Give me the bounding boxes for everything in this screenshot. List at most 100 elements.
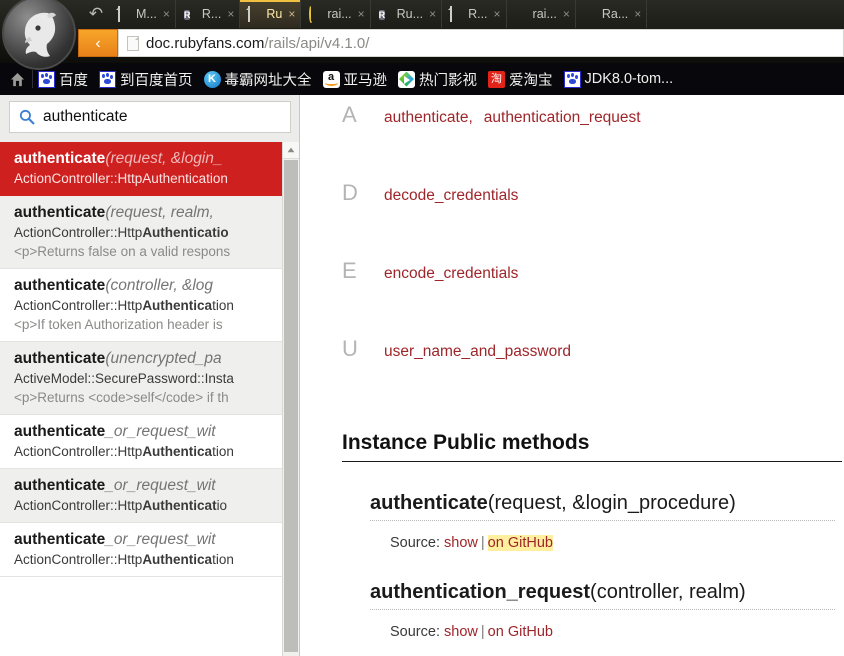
search-result-item[interactable]: authenticate_or_request_wit ActionContro…: [0, 415, 282, 469]
method-name: authenticate: [370, 492, 488, 514]
bookmark-item[interactable]: JDK8.0-tom...: [563, 70, 673, 88]
bookmark-item[interactable]: K 毒霸网址大全: [203, 69, 312, 90]
method-index-link[interactable]: decode_credentials: [384, 187, 518, 204]
lion-head-icon: [24, 12, 56, 57]
documentation-content: A authenticate, authentication_request D …: [300, 95, 844, 656]
search-result-item[interactable]: authenticate(request, realm, ActionContr…: [0, 196, 282, 269]
address-bar-row: ‹ doc.rubyfans.com/rails/api/v4.1.0/: [78, 28, 844, 58]
tab-close-icon[interactable]: ×: [634, 8, 641, 20]
bookmark-item[interactable]: a 亚马逊: [322, 69, 388, 90]
result-namespace: ActionController::HttpAuthentication: [14, 298, 234, 313]
source-label: Source:: [390, 535, 440, 551]
divider: [32, 70, 33, 88]
source-label: Source:: [390, 624, 440, 640]
bookmark-item[interactable]: 到百度首页: [99, 69, 193, 90]
method-index-row: D decode_credentials: [342, 180, 844, 251]
github-source-link[interactable]: on GitHub: [487, 535, 553, 551]
show-source-link[interactable]: show: [444, 624, 478, 640]
bookmark-item[interactable]: 百度: [38, 69, 88, 90]
back-button[interactable]: ‹: [78, 29, 118, 57]
github-source-link[interactable]: on GitHub: [488, 624, 553, 640]
bookmark-label: 亚马逊: [343, 72, 388, 89]
tab-close-icon[interactable]: ×: [163, 8, 170, 20]
browser-tab[interactable]: Ra... ×: [576, 0, 648, 28]
bookmarks-bar: 百度 到百度首页 K 毒霸网址大全 a 亚马逊 热门影视 淘 爱淘宝 JDK8.…: [0, 63, 844, 95]
scroll-up-button[interactable]: [283, 142, 299, 159]
browser-tab-active[interactable]: Ru ×: [240, 0, 302, 28]
method-index-link[interactable]: encode_credentials: [384, 265, 518, 282]
method-index-row: E encode_credentials: [342, 258, 844, 329]
index-links: user_name_and_password: [384, 343, 582, 361]
search-results-list[interactable]: authenticate(request, &login_ ActionCont…: [0, 142, 282, 656]
bookmark-label: 百度: [59, 72, 88, 89]
browser-tab[interactable]: M... ×: [110, 0, 176, 28]
tab-title: Ru: [266, 7, 283, 21]
search-input-value: authenticate: [43, 108, 128, 125]
result-namespace: ActiveModel::SecurePassword::Insta: [14, 371, 234, 386]
method-block: authentication_request(controller, realm…: [342, 581, 844, 640]
amazon-icon: a: [322, 70, 340, 88]
method-index-row: A authenticate, authentication_request: [342, 102, 844, 173]
bookmark-label: 热门影视: [419, 72, 477, 89]
method-args: (controller, realm): [590, 581, 746, 603]
tab-close-icon[interactable]: ×: [429, 8, 436, 20]
search-result-item[interactable]: authenticate(request, &login_ ActionCont…: [0, 142, 282, 196]
result-title: authenticate_or_request_wit: [14, 531, 216, 548]
browser-tab[interactable]: R... ×: [442, 0, 507, 28]
method-signature: authentication_request(controller, realm…: [370, 581, 835, 610]
history-back-arrow-icon[interactable]: ↶: [84, 3, 108, 25]
index-letter: D: [342, 180, 358, 205]
browser-tab[interactable]: R R... ×: [176, 0, 241, 28]
sidebar-scrollbar[interactable]: [282, 142, 299, 656]
index-links: decode_credentials: [384, 187, 529, 205]
search-result-item[interactable]: authenticate_or_request_wit ActionContro…: [0, 523, 282, 577]
url-path: /rails/api/v4.1.0/: [264, 34, 370, 52]
search-result-item[interactable]: authenticate(controller, &log ActionCont…: [0, 269, 282, 342]
home-icon[interactable]: [4, 72, 30, 87]
tab-close-icon[interactable]: ×: [494, 8, 501, 20]
bookmark-label: 毒霸网址大全: [224, 72, 312, 89]
tab-close-icon[interactable]: ×: [288, 8, 295, 20]
result-title: authenticate(request, realm,: [14, 204, 214, 221]
document-icon: [248, 6, 261, 22]
index-letter: A: [342, 102, 357, 127]
browser-tab[interactable]: R Ru... ×: [371, 0, 443, 28]
search-result-item[interactable]: authenticate_or_request_wit ActionContro…: [0, 469, 282, 523]
tab-close-icon[interactable]: ×: [563, 8, 570, 20]
method-index-link[interactable]: authenticate,: [384, 109, 473, 126]
search-result-item[interactable]: authenticate(unencrypted_pa ActiveModel:…: [0, 342, 282, 415]
baidu-paw-icon: [99, 70, 116, 88]
method-block: authenticate(request, &login_procedure) …: [342, 492, 844, 551]
method-index-link[interactable]: user_name_and_password: [384, 343, 571, 360]
method-index-link[interactable]: authentication_request: [484, 109, 641, 126]
home-glyph: [10, 72, 24, 86]
index-letter: U: [342, 336, 358, 361]
method-source-line: Source: show | on GitHub: [370, 624, 844, 640]
browser-tab[interactable]: rai... ×: [301, 0, 371, 28]
bookmark-item[interactable]: 淘 爱淘宝: [488, 69, 553, 90]
index-links: authenticate, authentication_request: [384, 109, 652, 127]
r-badge-icon: R: [183, 10, 191, 20]
browser-logo[interactable]: [2, 0, 76, 70]
url-input[interactable]: doc.rubyfans.com/rails/api/v4.1.0/: [118, 29, 844, 57]
ruby-gem-icon: [584, 7, 597, 21]
baidu-paw-icon: [38, 70, 55, 88]
browser-tab[interactable]: rai... ×: [507, 0, 576, 28]
search-icon: [19, 109, 35, 125]
result-title: authenticate(request, &login_: [14, 150, 223, 167]
tab-title: M...: [136, 7, 157, 21]
scrollbar-thumb[interactable]: [284, 160, 298, 652]
method-name: authentication_request: [370, 581, 591, 603]
show-source-link[interactable]: show: [444, 535, 478, 551]
separator: |: [480, 535, 485, 551]
document-icon: [118, 6, 131, 22]
bookmark-item[interactable]: 热门影视: [398, 69, 477, 90]
tab-close-icon[interactable]: ×: [358, 8, 365, 20]
result-namespace: ActionController::HttpAuthentication: [14, 171, 228, 186]
browser-chrome: ↶ M... × R R... × Ru × rai... × R Ru...: [0, 0, 844, 70]
baidu-paw-icon: [563, 70, 581, 88]
tab-close-icon[interactable]: ×: [227, 8, 234, 20]
section-heading: Instance Public methods: [342, 431, 842, 462]
moon-icon: [309, 5, 322, 23]
search-input[interactable]: authenticate: [9, 101, 291, 133]
